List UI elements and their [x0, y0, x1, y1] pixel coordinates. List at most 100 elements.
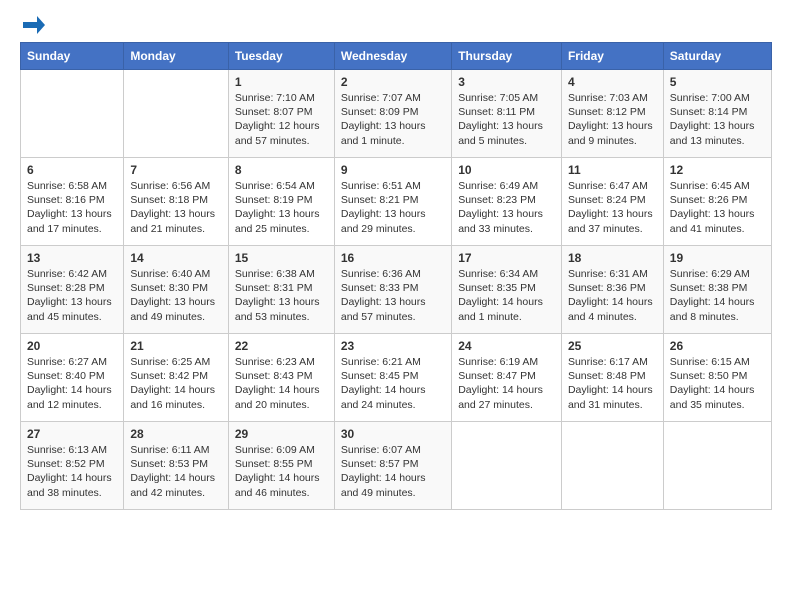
day-number: 4 [568, 75, 657, 89]
header-wednesday: Wednesday [334, 43, 451, 70]
day-number: 26 [670, 339, 765, 353]
calendar-header-row: SundayMondayTuesdayWednesdayThursdayFrid… [21, 43, 772, 70]
day-number: 8 [235, 163, 328, 177]
calendar-week-row: 1Sunrise: 7:10 AM Sunset: 8:07 PM Daylig… [21, 70, 772, 158]
header-saturday: Saturday [663, 43, 771, 70]
page-header [20, 16, 772, 30]
calendar-cell: 18 Sunrise: 6:31 AM Sunset: 8:36 PM Dayli… [561, 246, 663, 334]
day-number: 20 [27, 339, 117, 353]
day-number: 25 [568, 339, 657, 353]
day-info: Sunrise: 6:42 AM Sunset: 8:28 PM Dayligh… [27, 267, 117, 324]
header-sunday: Sunday [21, 43, 124, 70]
calendar-cell: 16Sunrise: 6:36 AM Sunset: 8:33 PM Dayli… [334, 246, 451, 334]
day-info: Sunrise: 6:34 AM Sunset: 8:35 PM Dayligh… [458, 267, 555, 324]
day-info: Sunrise: 7:05 AM Sunset: 8:11 PM Dayligh… [458, 91, 555, 148]
calendar-cell: 25 Sunrise: 6:17 AM Sunset: 8:48 PM Dayli… [561, 334, 663, 422]
calendar-cell [21, 70, 124, 158]
calendar-cell: 21 Sunrise: 6:25 AM Sunset: 8:42 PM Dayli… [124, 334, 229, 422]
calendar-cell: 10 Sunrise: 6:49 AM Sunset: 8:23 PM Dayli… [452, 158, 562, 246]
calendar-cell: 7 Sunrise: 6:56 AM Sunset: 8:18 PM Daylig… [124, 158, 229, 246]
calendar-cell: 29 Sunrise: 6:09 AM Sunset: 8:55 PM Dayli… [228, 422, 334, 510]
day-info: Sunrise: 6:11 AM Sunset: 8:53 PM Dayligh… [130, 443, 222, 500]
day-number: 24 [458, 339, 555, 353]
day-number: 19 [670, 251, 765, 265]
calendar-cell: 8 Sunrise: 6:54 AM Sunset: 8:19 PM Daylig… [228, 158, 334, 246]
calendar-cell: 4 Sunrise: 7:03 AM Sunset: 8:12 PM Daylig… [561, 70, 663, 158]
calendar-cell: 2Sunrise: 7:07 AM Sunset: 8:09 PM Daylig… [334, 70, 451, 158]
day-number: 23 [341, 339, 445, 353]
header-monday: Monday [124, 43, 229, 70]
day-info: Sunrise: 7:10 AM Sunset: 8:07 PM Dayligh… [235, 91, 328, 148]
calendar-cell: 26 Sunrise: 6:15 AM Sunset: 8:50 PM Dayli… [663, 334, 771, 422]
day-info: Sunrise: 6:56 AM Sunset: 8:18 PM Dayligh… [130, 179, 222, 236]
calendar-cell: 20 Sunrise: 6:27 AM Sunset: 8:40 PM Dayli… [21, 334, 124, 422]
calendar-cell: 1Sunrise: 7:10 AM Sunset: 8:07 PM Daylig… [228, 70, 334, 158]
calendar-cell [452, 422, 562, 510]
day-info: Sunrise: 7:00 AM Sunset: 8:14 PM Dayligh… [670, 91, 765, 148]
calendar-cell: 15 Sunrise: 6:38 AM Sunset: 8:31 PM Dayli… [228, 246, 334, 334]
day-info: Sunrise: 6:36 AM Sunset: 8:33 PM Dayligh… [341, 267, 445, 324]
day-number: 18 [568, 251, 657, 265]
day-number: 3 [458, 75, 555, 89]
day-info: Sunrise: 6:23 AM Sunset: 8:43 PM Dayligh… [235, 355, 328, 412]
day-info: Sunrise: 6:19 AM Sunset: 8:47 PM Dayligh… [458, 355, 555, 412]
calendar-cell: 24 Sunrise: 6:19 AM Sunset: 8:47 PM Dayli… [452, 334, 562, 422]
calendar-week-row: 20 Sunrise: 6:27 AM Sunset: 8:40 PM Dayli… [21, 334, 772, 422]
calendar-cell: 13 Sunrise: 6:42 AM Sunset: 8:28 PM Dayli… [21, 246, 124, 334]
day-number: 17 [458, 251, 555, 265]
day-info: Sunrise: 6:07 AM Sunset: 8:57 PM Dayligh… [341, 443, 445, 500]
calendar-cell: 28 Sunrise: 6:11 AM Sunset: 8:53 PM Dayli… [124, 422, 229, 510]
day-number: 7 [130, 163, 222, 177]
day-number: 29 [235, 427, 328, 441]
day-info: Sunrise: 6:13 AM Sunset: 8:52 PM Dayligh… [27, 443, 117, 500]
day-info: Sunrise: 6:17 AM Sunset: 8:48 PM Dayligh… [568, 355, 657, 412]
day-info: Sunrise: 6:25 AM Sunset: 8:42 PM Dayligh… [130, 355, 222, 412]
calendar-cell: 22 Sunrise: 6:23 AM Sunset: 8:43 PM Dayli… [228, 334, 334, 422]
header-tuesday: Tuesday [228, 43, 334, 70]
day-number: 5 [670, 75, 765, 89]
day-number: 12 [670, 163, 765, 177]
day-number: 15 [235, 251, 328, 265]
calendar-week-row: 6 Sunrise: 6:58 AM Sunset: 8:16 PM Daylig… [21, 158, 772, 246]
calendar-cell: 9 Sunrise: 6:51 AM Sunset: 8:21 PM Daylig… [334, 158, 451, 246]
day-info: Sunrise: 6:29 AM Sunset: 8:38 PM Dayligh… [670, 267, 765, 324]
calendar-cell: 14Sunrise: 6:40 AM Sunset: 8:30 PM Dayli… [124, 246, 229, 334]
day-info: Sunrise: 6:51 AM Sunset: 8:21 PM Dayligh… [341, 179, 445, 236]
day-number: 6 [27, 163, 117, 177]
day-info: Sunrise: 6:54 AM Sunset: 8:19 PM Dayligh… [235, 179, 328, 236]
calendar-cell: 6 Sunrise: 6:58 AM Sunset: 8:16 PM Daylig… [21, 158, 124, 246]
day-info: Sunrise: 6:31 AM Sunset: 8:36 PM Dayligh… [568, 267, 657, 324]
calendar-cell [663, 422, 771, 510]
day-info: Sunrise: 7:03 AM Sunset: 8:12 PM Dayligh… [568, 91, 657, 148]
calendar-cell: 27 Sunrise: 6:13 AM Sunset: 8:52 PM Dayli… [21, 422, 124, 510]
calendar-cell: 5 Sunrise: 7:00 AM Sunset: 8:14 PM Daylig… [663, 70, 771, 158]
day-number: 27 [27, 427, 117, 441]
day-info: Sunrise: 6:49 AM Sunset: 8:23 PM Dayligh… [458, 179, 555, 236]
day-number: 11 [568, 163, 657, 177]
calendar-cell: 12 Sunrise: 6:45 AM Sunset: 8:26 PM Dayli… [663, 158, 771, 246]
day-number: 30 [341, 427, 445, 441]
logo-arrow-icon [23, 16, 45, 34]
day-number: 14 [130, 251, 222, 265]
day-info: Sunrise: 6:09 AM Sunset: 8:55 PM Dayligh… [235, 443, 328, 500]
calendar-cell [561, 422, 663, 510]
day-number: 22 [235, 339, 328, 353]
day-info: Sunrise: 6:27 AM Sunset: 8:40 PM Dayligh… [27, 355, 117, 412]
day-number: 28 [130, 427, 222, 441]
day-info: Sunrise: 6:58 AM Sunset: 8:16 PM Dayligh… [27, 179, 117, 236]
day-number: 21 [130, 339, 222, 353]
day-info: Sunrise: 6:45 AM Sunset: 8:26 PM Dayligh… [670, 179, 765, 236]
day-info: Sunrise: 6:38 AM Sunset: 8:31 PM Dayligh… [235, 267, 328, 324]
day-info: Sunrise: 6:15 AM Sunset: 8:50 PM Dayligh… [670, 355, 765, 412]
day-info: Sunrise: 6:21 AM Sunset: 8:45 PM Dayligh… [341, 355, 445, 412]
calendar-cell: 17 Sunrise: 6:34 AM Sunset: 8:35 PM Dayli… [452, 246, 562, 334]
calendar-cell: 30 Sunrise: 6:07 AM Sunset: 8:57 PM Dayli… [334, 422, 451, 510]
day-number: 13 [27, 251, 117, 265]
day-number: 9 [341, 163, 445, 177]
calendar-week-row: 27 Sunrise: 6:13 AM Sunset: 8:52 PM Dayli… [21, 422, 772, 510]
day-number: 10 [458, 163, 555, 177]
calendar-table: SundayMondayTuesdayWednesdayThursdayFrid… [20, 42, 772, 510]
calendar-cell: 11 Sunrise: 6:47 AM Sunset: 8:24 PM Dayli… [561, 158, 663, 246]
day-info: Sunrise: 6:47 AM Sunset: 8:24 PM Dayligh… [568, 179, 657, 236]
header-friday: Friday [561, 43, 663, 70]
